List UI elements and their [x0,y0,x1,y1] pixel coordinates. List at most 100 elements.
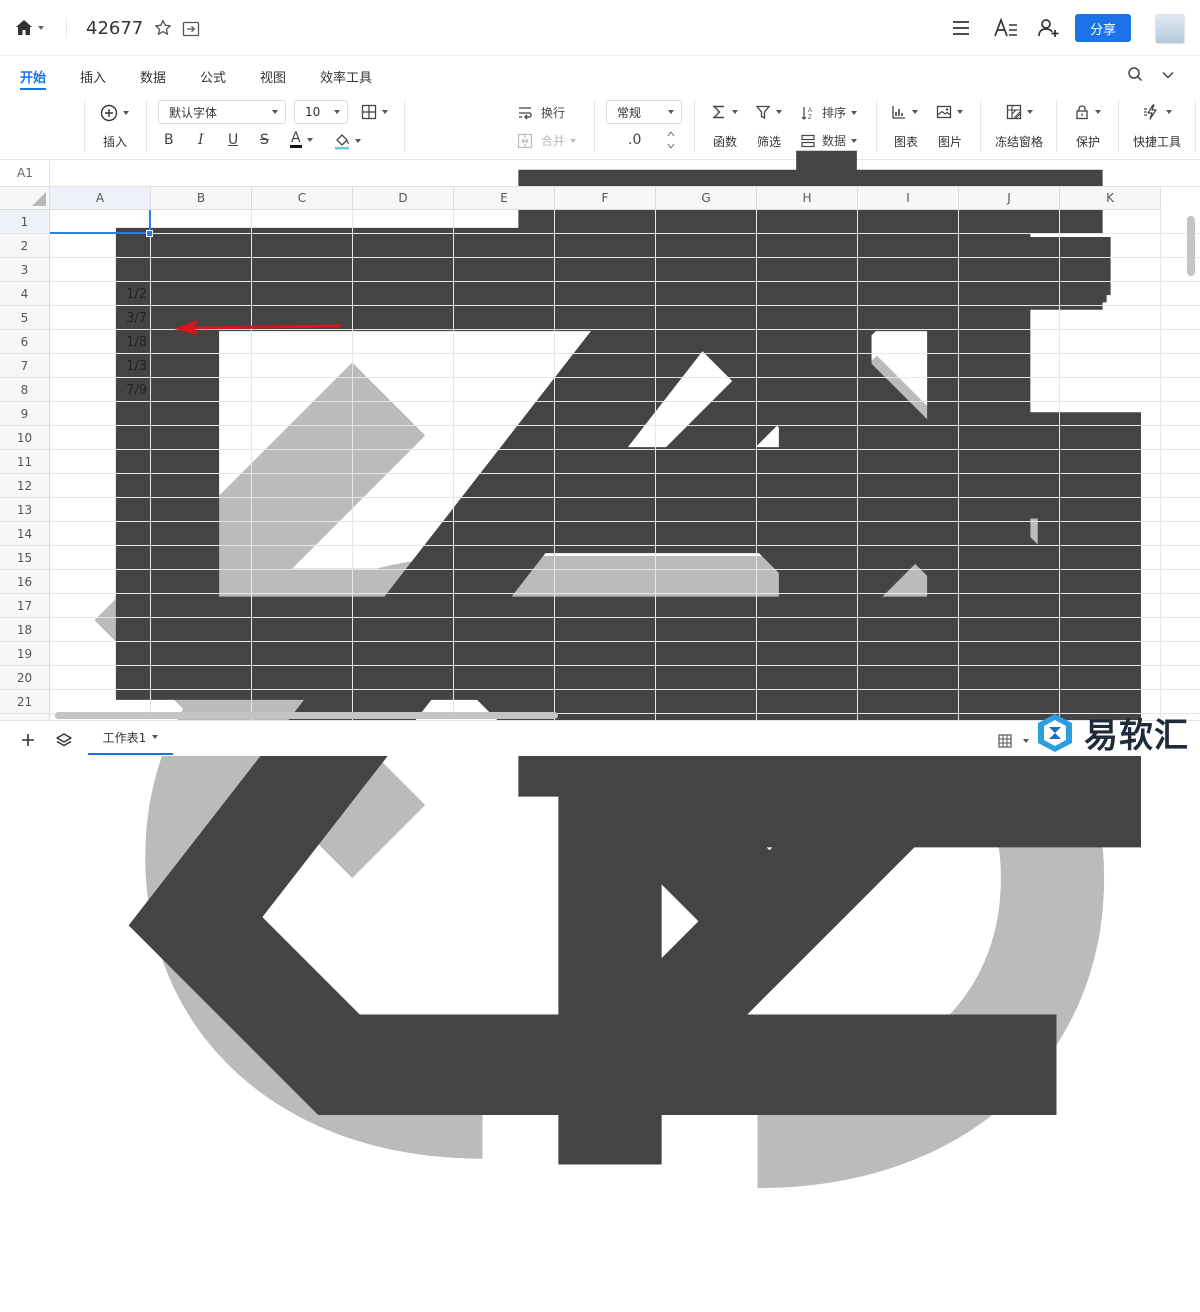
protect-dropdown[interactable] [1074,104,1101,120]
fill-color-dropdown[interactable] [334,132,361,150]
chevron-down-icon[interactable] [1023,739,1029,743]
font-size-select[interactable]: 10 [294,100,348,124]
cell-reference-box[interactable]: A1 [0,161,50,186]
sheet-list-icon[interactable] [55,732,73,748]
freeze-panes-dropdown[interactable] [1006,104,1033,120]
row-header-18[interactable]: 18 [0,618,50,642]
protect-label[interactable]: 保护 [1076,133,1100,150]
sheet-tab[interactable]: 工作表1 [88,721,173,755]
insert-label[interactable]: 插入 [103,133,127,150]
function-label[interactable]: 函数 [713,133,737,150]
share-button[interactable]: 分享 [1075,14,1131,42]
tab-data[interactable]: 数据 [140,67,166,86]
cell-a7[interactable]: 1/3 [51,354,147,378]
cell-a4[interactable]: 1/2 [51,282,147,306]
bold-button[interactable]: B [164,132,174,148]
quick-tools-dropdown[interactable] [1143,104,1172,120]
chart-dropdown[interactable] [891,104,918,120]
move-to-folder-icon[interactable] [181,19,201,39]
column-header-b[interactable]: B [151,187,252,210]
tab-start[interactable]: 开始 [20,67,46,86]
add-sheet-icon[interactable] [20,732,36,748]
column-header-g[interactable]: G [656,187,757,210]
row-header-4[interactable]: 4 [0,282,50,306]
cell-a8[interactable]: 7/9 [51,378,147,402]
font-family-select[interactable]: 默认字体 [158,100,286,124]
image-dropdown[interactable] [936,104,963,120]
tab-insert[interactable]: 插入 [80,67,106,86]
watermark: 易软汇 [1034,708,1189,757]
row-header-11[interactable]: 11 [0,450,50,474]
tab-formula[interactable]: 公式 [200,67,226,86]
home-button[interactable] [14,18,44,38]
italic-button[interactable]: I [198,132,204,148]
image-label[interactable]: 图片 [938,133,962,150]
column-header-a[interactable]: A [50,187,151,210]
column-header-i[interactable]: I [858,187,959,210]
select-all-corner[interactable] [0,187,50,210]
filter-dropdown[interactable] [755,104,782,120]
data-dropdown[interactable]: 数据 [800,132,858,149]
font-color-dropdown[interactable]: A [290,131,313,148]
row-header-2[interactable]: 2 [0,234,50,258]
grid-view-icon[interactable] [998,734,1012,748]
column-header-j[interactable]: J [959,187,1060,210]
merge-cells-dropdown[interactable]: 合并 [517,132,577,149]
freeze-label[interactable]: 冻结窗格 [995,133,1043,150]
column-header-c[interactable]: C [252,187,353,210]
tab-efficiency-tools[interactable]: 效率工具 [320,67,372,86]
avatar[interactable] [1155,14,1185,44]
borders-dropdown[interactable] [361,104,388,120]
star-icon[interactable] [153,18,173,38]
quick-tools-label[interactable]: 快捷工具 [1133,133,1181,150]
row-header-16[interactable]: 16 [0,570,50,594]
cell-a5[interactable]: 3/7 [51,306,147,330]
column-header-d[interactable]: D [353,187,454,210]
underline-button[interactable]: U [228,132,238,148]
spreadsheet-grid[interactable]: A B C D E F G H I J K 1 2 3 4 5 6 7 8 9 10 11 12 13 14 15 16 17 18 19… [0,187,1200,720]
number-format-select[interactable]: 常规 [606,100,682,124]
document-title[interactable]: 42677 [86,18,143,39]
row-header-3[interactable]: 3 [0,258,50,282]
row-header-19[interactable]: 19 [0,642,50,666]
cell-a6[interactable]: 1/8 [51,330,147,354]
wrap-text-button[interactable]: 换行 [517,104,565,121]
tab-view[interactable]: 视图 [260,67,286,86]
horizontal-scrollbar[interactable] [55,712,558,719]
row-header-1[interactable]: 1 [0,210,50,234]
column-header-h[interactable]: H [757,187,858,210]
chart-label[interactable]: 图表 [894,133,918,150]
filter-label[interactable]: 筛选 [757,133,781,150]
row-header-17[interactable]: 17 [0,594,50,618]
ribbon-tabs: 开始 插入 数据 公式 视图 效率工具 [0,57,1200,91]
row-header-9[interactable]: 9 [0,402,50,426]
column-header-e[interactable]: E [454,187,555,210]
row-header-5[interactable]: 5 [0,306,50,330]
row-header-8[interactable]: 8 [0,378,50,402]
search-icon[interactable] [1127,66,1143,82]
row-header-7[interactable]: 7 [0,354,50,378]
chevron-down-icon[interactable] [1161,68,1175,82]
column-header-k[interactable]: K [1060,187,1161,210]
add-collaborator-icon[interactable] [1036,16,1060,40]
row-header-12[interactable]: 12 [0,474,50,498]
row-header-20[interactable]: 20 [0,666,50,690]
insert-dropdown[interactable] [100,104,129,122]
row-header-15[interactable]: 15 [0,546,50,570]
column-header-f[interactable]: F [555,187,656,210]
strikethrough-button[interactable]: S [260,132,269,148]
row-header-14[interactable]: 14 [0,522,50,546]
grid-line [50,569,1200,570]
function-dropdown[interactable] [711,104,738,120]
grid-line [50,473,1200,474]
row-header-21[interactable]: 21 [0,690,50,714]
row-header-10[interactable]: 10 [0,426,50,450]
menu-icon[interactable] [950,17,972,39]
text-style-icon[interactable] [993,17,1019,39]
row-header-13[interactable]: 13 [0,498,50,522]
fill-handle[interactable] [146,230,153,237]
sort-dropdown[interactable]: AZ 排序 [800,104,858,121]
row-header-6[interactable]: 6 [0,330,50,354]
decimal-stepper-icon[interactable] [665,128,677,152]
vertical-scrollbar[interactable] [1187,216,1195,276]
